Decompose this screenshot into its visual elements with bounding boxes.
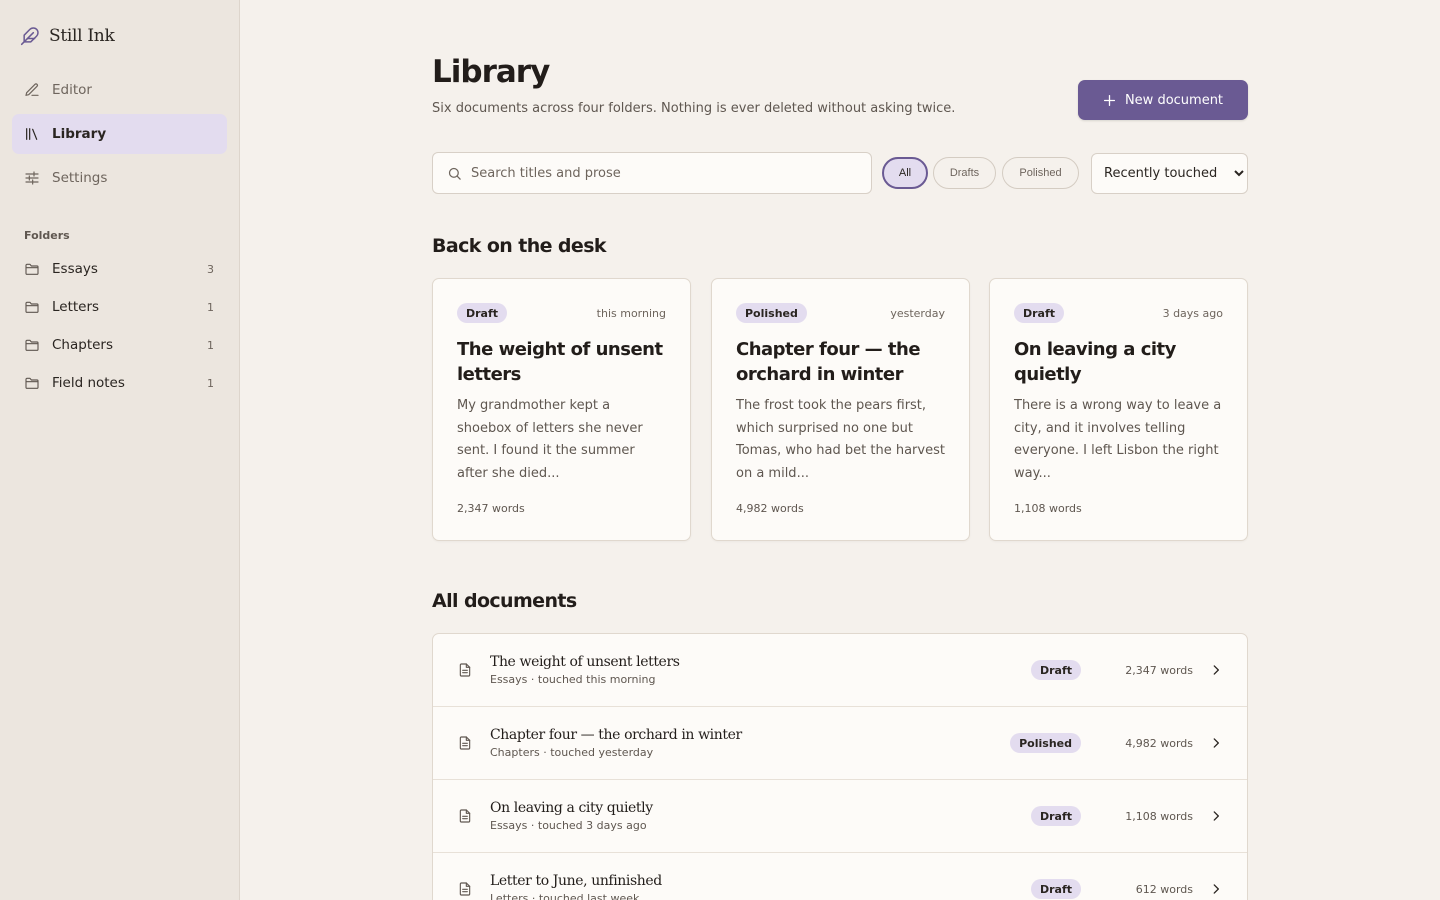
table-row[interactable]: The weight of unsent letters Essays · to… — [433, 634, 1247, 707]
folder-icon — [25, 339, 39, 351]
folder-name: Essays — [52, 261, 98, 277]
filter-chip-polished[interactable]: Polished — [1002, 157, 1079, 189]
library-icon — [26, 128, 38, 140]
folder-field-notes[interactable]: Field notes 1 — [12, 364, 227, 402]
sidebar-item-library[interactable]: Library — [12, 114, 227, 154]
folder-name: Letters — [52, 299, 100, 315]
folder-icon — [25, 263, 39, 275]
recent-card[interactable]: Draft 3 days ago On leaving a city quiet… — [989, 278, 1248, 541]
sidebar-item-settings[interactable]: Settings — [12, 158, 227, 198]
status-badge: Draft — [1030, 879, 1081, 899]
page-subtitle: Six documents across four folders. Nothi… — [432, 101, 956, 116]
chevron-right-icon[interactable] — [1209, 663, 1223, 677]
row-word-count: 4,982 words — [1125, 736, 1193, 750]
page-title: Library — [432, 54, 550, 90]
filter-chip-drafts[interactable]: Drafts — [933, 157, 996, 189]
folder-count: 1 — [207, 376, 214, 390]
card-excerpt: My grandmother kept a shoebox of letters… — [457, 398, 643, 481]
document-icon — [459, 882, 471, 896]
sort-select[interactable]: Recently touched — [1091, 153, 1248, 194]
card-word-count: 4,982 words — [736, 502, 804, 515]
row-title: On leaving a city quietly — [490, 800, 653, 816]
document-icon — [459, 809, 471, 823]
folder-icon — [25, 301, 39, 313]
search-icon — [448, 167, 461, 180]
status-badge: Draft — [457, 303, 508, 323]
card-timestamp: yesterday — [890, 306, 945, 320]
card-excerpt: The frost took the pears first, which su… — [736, 398, 945, 481]
card-title: The weight of unsent letters — [457, 339, 663, 385]
folder-name: Chapters — [52, 337, 114, 353]
row-word-count: 612 words — [1135, 882, 1193, 896]
chevron-right-icon[interactable] — [1209, 736, 1223, 750]
sliders-icon — [25, 171, 39, 185]
search-box[interactable] — [432, 152, 872, 194]
chevron-right-icon[interactable] — [1209, 882, 1223, 896]
table-row[interactable]: Chapter four — the orchard in winter Cha… — [433, 707, 1247, 780]
status-badge: Draft — [1014, 303, 1065, 323]
card-title: On leaving a city quietly — [1014, 339, 1176, 385]
search-input[interactable] — [471, 165, 851, 181]
brand[interactable]: Still Ink — [20, 26, 115, 46]
row-word-count: 1,108 words — [1125, 809, 1193, 823]
row-title: Letter to June, unfinished — [490, 873, 662, 889]
row-meta: Letters · touched last week — [490, 892, 640, 900]
status-badge: Polished — [736, 303, 807, 323]
row-meta: Chapters · touched yesterday — [490, 746, 654, 759]
chevron-right-icon[interactable] — [1209, 809, 1223, 823]
folder-chapters[interactable]: Chapters 1 — [12, 326, 227, 364]
card-timestamp: 3 days ago — [1162, 306, 1223, 320]
row-meta: Essays · touched this morning — [490, 673, 656, 686]
table-row[interactable]: On leaving a city quietly Essays · touch… — [433, 780, 1247, 853]
recent-card[interactable]: Polished yesterday Chapter four — the or… — [711, 278, 970, 541]
status-badge: Draft — [1030, 660, 1081, 680]
status-badge: Polished — [1010, 733, 1081, 753]
folder-essays[interactable]: Essays 3 — [12, 250, 227, 288]
table-row[interactable]: Letter to June, unfinished Letters · tou… — [433, 853, 1247, 900]
plus-icon — [1103, 94, 1115, 106]
row-meta: Essays · touched 3 days ago — [490, 819, 647, 832]
section-title-all: All documents — [432, 590, 577, 612]
sidebar: Still Ink Editor Library Settings Folder… — [0, 0, 240, 900]
new-document-label: New document — [1124, 92, 1224, 108]
feather-icon — [20, 27, 39, 46]
card-word-count: 1,108 words — [1014, 502, 1082, 515]
folder-icon — [25, 377, 39, 389]
filter-chip-all[interactable]: All — [882, 157, 928, 189]
document-icon — [459, 736, 471, 750]
brand-name: Still Ink — [49, 26, 115, 46]
new-document-button[interactable]: New document — [1078, 80, 1248, 120]
card-title: Chapter four — the orchard in winter — [736, 339, 921, 385]
card-excerpt: There is a wrong way to leave a city, an… — [1014, 398, 1222, 481]
pen-icon — [25, 83, 39, 96]
section-title-recent: Back on the desk — [432, 235, 607, 257]
card-word-count: 2,347 words — [457, 502, 525, 515]
row-title: Chapter four — the orchard in winter — [490, 727, 742, 743]
folder-count: 1 — [207, 338, 214, 352]
document-list: The weight of unsent letters Essays · to… — [432, 633, 1248, 900]
folder-list: Essays 3 Letters 1 Chapters 1 Field note… — [12, 250, 227, 402]
recent-card[interactable]: Draft this morning The weight of unsent … — [432, 278, 691, 541]
folder-letters[interactable]: Letters 1 — [12, 288, 227, 326]
sidebar-item-label: Settings — [52, 170, 108, 186]
card-timestamp: this morning — [596, 306, 666, 320]
status-badge: Draft — [1030, 806, 1081, 826]
sidebar-item-editor[interactable]: Editor — [12, 70, 227, 110]
folders-label: Folders — [24, 229, 70, 242]
sidebar-item-label: Library — [52, 126, 107, 142]
sidebar-item-label: Editor — [52, 82, 92, 98]
document-icon — [459, 663, 471, 677]
folder-count: 1 — [207, 300, 214, 314]
row-title: The weight of unsent letters — [490, 654, 680, 670]
row-word-count: 2,347 words — [1125, 663, 1193, 677]
folder-count: 3 — [207, 262, 214, 276]
sidebar-nav: Editor Library Settings — [12, 70, 227, 202]
folder-name: Field notes — [52, 375, 125, 391]
